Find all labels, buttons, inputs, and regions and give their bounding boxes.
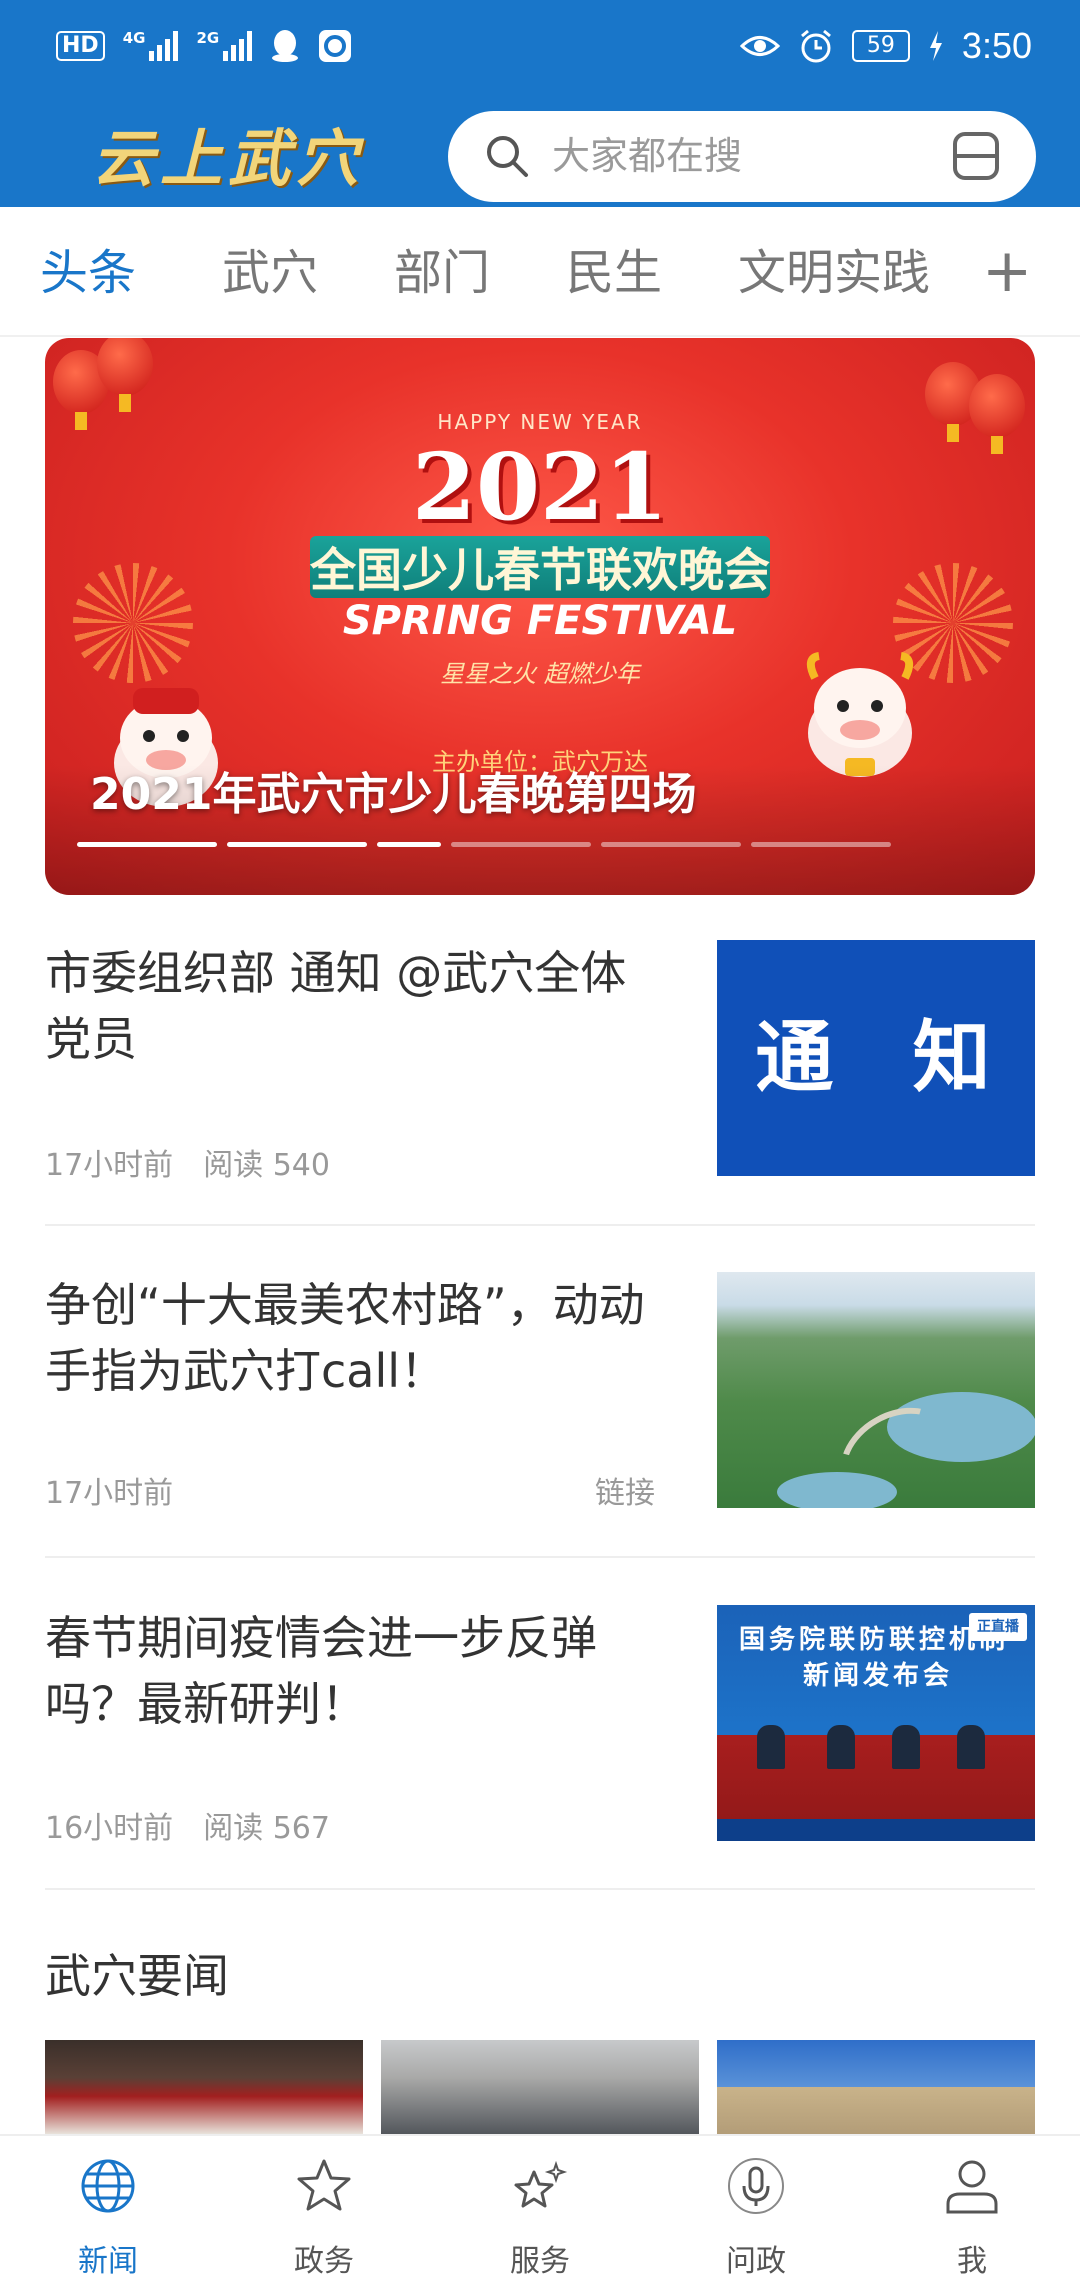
section-title: 武穴要闻 — [45, 1949, 229, 2003]
user-icon — [946, 2160, 998, 2214]
divider — [45, 1224, 1035, 1226]
banner-year: 2021 — [411, 433, 669, 541]
news-thumbnail — [717, 1272, 1035, 1508]
microphone-icon — [728, 2158, 784, 2214]
nav-label: 服务 — [510, 2244, 570, 2279]
news-time: 16小时前 — [45, 1811, 174, 1846]
nav-label: 问政 — [726, 2244, 786, 2279]
news-item[interactable]: 春节期间疫情会进一步反弹吗？最新研判！ 16小时前 阅读 567 国务院联防联控机… — [45, 1605, 1035, 1846]
sparkle-star-icon — [514, 2160, 568, 2208]
banner-carousel[interactable]: HAPPY NEW YEAR 2021 全国少儿春节联欢晚会 SPRING FE… — [45, 338, 1035, 895]
news-reads: 阅读 567 — [203, 1811, 330, 1846]
banner-greeting: HAPPY NEW YEAR — [437, 410, 643, 434]
app-logo: 云上武穴 — [92, 122, 365, 195]
divider — [45, 1888, 1035, 1890]
tab-departments[interactable]: 部门 — [394, 243, 490, 303]
news-link-label: 链接 — [595, 1476, 655, 1511]
signal-4g-label: 4G — [122, 29, 146, 47]
news-thumbnail: 通 知 — [717, 940, 1035, 1176]
live-badge: 正直播 — [969, 1613, 1027, 1641]
clock: 3:50 — [961, 25, 1032, 66]
section-photo[interactable] — [717, 2040, 1035, 2134]
nav-government[interactable]: 政务 — [254, 2136, 394, 2280]
speaker-figure — [957, 1725, 985, 1769]
carousel-dot — [601, 842, 741, 847]
hd-icon: HD — [56, 31, 105, 61]
nav-news[interactable]: 新闻 — [38, 2136, 178, 2280]
news-item[interactable]: 争创“十大最美农村路”，动动手指为武穴打call！ 17小时前 链接 — [45, 1272, 1035, 1511]
section-photo-strip — [45, 2040, 1035, 2134]
news-thumbnail: 国务院联防联控机制 新闻发布会 正直播 — [717, 1605, 1035, 1841]
section-photo[interactable] — [45, 2040, 363, 2134]
carousel-dot — [377, 842, 441, 847]
status-right: 59 3:50 — [739, 22, 1032, 70]
nav-me[interactable]: 我 — [902, 2136, 1042, 2280]
tab-civilization[interactable]: 文明实践 — [738, 243, 930, 303]
tab-wuxue[interactable]: 武穴 — [222, 243, 318, 303]
news-meta: 17小时前 阅读 540 — [45, 1140, 330, 1184]
news-title: 春节期间疫情会进一步反弹吗？最新研判！ — [45, 1611, 597, 1731]
tab-livelihood[interactable]: 民生 — [566, 243, 662, 303]
banner-event-title: 全国少儿春节联欢晚会 — [310, 543, 770, 597]
star-icon — [297, 2159, 351, 2211]
search-placeholder: 大家都在搜 — [552, 134, 743, 178]
app-header: HD 4G 2G 59 3:50 云上武穴 大家都在搜 — [0, 0, 1080, 207]
carousel-indicator — [77, 842, 891, 847]
tab-headlines[interactable]: 头条 — [40, 243, 136, 303]
speaker-figure — [827, 1725, 855, 1769]
carousel-dot — [451, 842, 591, 847]
signal-2g-icon: 2G — [196, 29, 253, 61]
qq-icon — [272, 30, 299, 62]
news-meta: 16小时前 阅读 567 — [45, 1803, 330, 1847]
add-channel-button[interactable]: + — [982, 241, 1032, 301]
lantern-decoration — [97, 338, 153, 412]
thumbnail-caption: 新闻发布会 — [803, 1661, 954, 1691]
battery-icon: 59 — [851, 30, 910, 62]
speaker-figure — [892, 1725, 920, 1769]
scan-icon[interactable] — [952, 131, 1000, 181]
section-photo[interactable] — [381, 2040, 699, 2134]
thumbnail-banner — [717, 1819, 1035, 1841]
signal-2g-label: 2G — [196, 29, 220, 47]
channel-tabs: 头条 武穴 部门 民生 文明实践 + — [0, 207, 1080, 337]
status-left: HD 4G 2G — [56, 24, 352, 68]
eye-icon — [739, 36, 780, 56]
news-reads: 阅读 540 — [203, 1148, 330, 1183]
news-title: 市委组织部 通知 @武穴全体党员 — [45, 946, 627, 1066]
globe-icon — [81, 2159, 135, 2213]
nav-label: 政务 — [294, 2244, 354, 2279]
banner-caption: 2021年武穴市少儿春晚第四场 — [90, 769, 697, 820]
news-time: 17小时前 — [45, 1476, 174, 1511]
app-screen: HD 4G 2G 59 3:50 云上武穴 大家都在搜 头条 武穴 部门 民生 … — [0, 0, 1080, 2280]
divider — [45, 1556, 1035, 1558]
carousel-dot — [227, 842, 367, 847]
news-time: 17小时前 — [45, 1148, 174, 1183]
carousel-dot — [751, 842, 891, 847]
status-bar: HD 4G 2G 59 3:50 — [0, 0, 1080, 92]
news-item[interactable]: 市委组织部 通知 @武穴全体党员 17小时前 阅读 540 通 知 — [45, 940, 1035, 1183]
alarm-icon — [800, 29, 831, 63]
app-icon — [319, 30, 352, 62]
speaker-figure — [757, 1725, 785, 1769]
bottom-nav: 新闻 政务 服务 问政 我 — [0, 2134, 1080, 2280]
carousel-dot — [77, 842, 217, 847]
news-title: 争创“十大最美农村路”，动动手指为武穴打call！ — [45, 1278, 645, 1398]
search-icon — [487, 136, 528, 177]
nav-services[interactable]: 服务 — [470, 2136, 610, 2280]
news-meta: 17小时前 — [45, 1468, 173, 1512]
search-bar[interactable]: 大家都在搜 — [448, 111, 1036, 202]
nav-label: 我 — [957, 2244, 987, 2279]
charging-icon — [929, 31, 942, 61]
nav-label: 新闻 — [78, 2244, 138, 2279]
nav-inquiry[interactable]: 问政 — [686, 2136, 826, 2280]
signal-4g-icon: 4G — [123, 31, 179, 61]
